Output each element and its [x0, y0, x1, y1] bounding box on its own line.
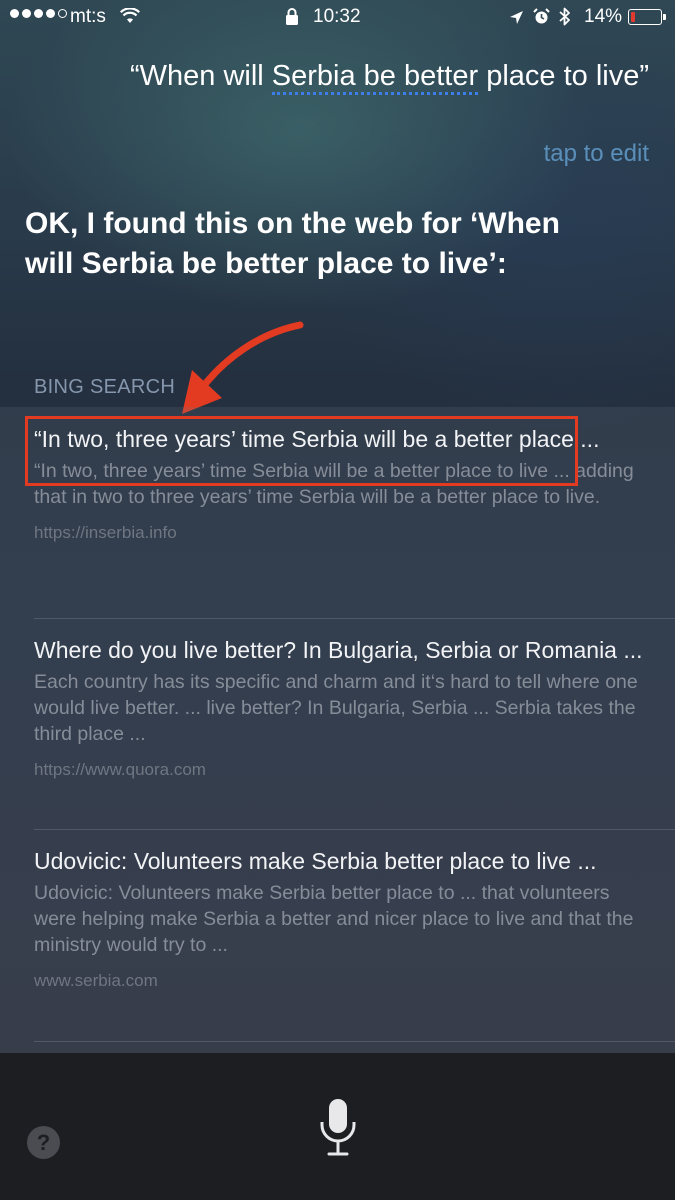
result-divider: [34, 829, 675, 830]
clock: 10:32: [313, 6, 361, 27]
result-divider: [34, 1041, 675, 1042]
battery-icon: [628, 9, 666, 25]
alarm-icon: [533, 8, 550, 31]
status-bar: mt:s 10:32 14%: [0, 0, 675, 36]
result-title[interactable]: Where do you live better? In Bulgaria, S…: [34, 635, 644, 665]
microphone-icon[interactable]: [318, 1098, 358, 1158]
result-title[interactable]: Udovicic: Volunteers make Serbia better …: [34, 846, 644, 876]
bluetooth-icon: [559, 7, 571, 32]
result-snippet: Each country has its specific and charm …: [34, 671, 638, 745]
annotation-highlight-box: [25, 416, 578, 486]
help-icon[interactable]: ?: [27, 1126, 60, 1159]
spoken-query[interactable]: “When will Serbia be better place to liv…: [89, 56, 649, 96]
result-divider: [34, 618, 675, 619]
carrier-name: mt:s: [70, 6, 106, 27]
search-result-3[interactable]: Udovicic: Volunteers make Serbia better …: [34, 846, 644, 991]
search-result-2[interactable]: Where do you live better? In Bulgaria, S…: [34, 635, 644, 780]
result-url[interactable]: https://inserbia.info: [34, 523, 644, 543]
result-url[interactable]: www.serbia.com: [34, 971, 644, 991]
location-arrow-icon: [509, 9, 524, 31]
result-snippet: Udovicic: Volunteers make Serbia better …: [34, 882, 634, 956]
tap-to-edit-link[interactable]: tap to edit: [544, 140, 649, 168]
query-prefix: “When will: [129, 60, 272, 92]
section-label-bing-search: BING SEARCH: [34, 376, 176, 398]
query-underlined-phrase[interactable]: Serbia be better: [271, 60, 479, 95]
wifi-icon: [120, 7, 140, 30]
lock-icon: [285, 8, 299, 31]
battery-percent: 14%: [584, 6, 623, 27]
query-suffix: place to live”: [478, 60, 649, 92]
annotation-arrow-icon: [182, 321, 304, 414]
siri-reply-text: OK, I found this on the web for ‘When wi…: [25, 207, 560, 280]
signal-dots-icon: [10, 9, 67, 18]
result-url[interactable]: https://www.quora.com: [34, 760, 644, 780]
